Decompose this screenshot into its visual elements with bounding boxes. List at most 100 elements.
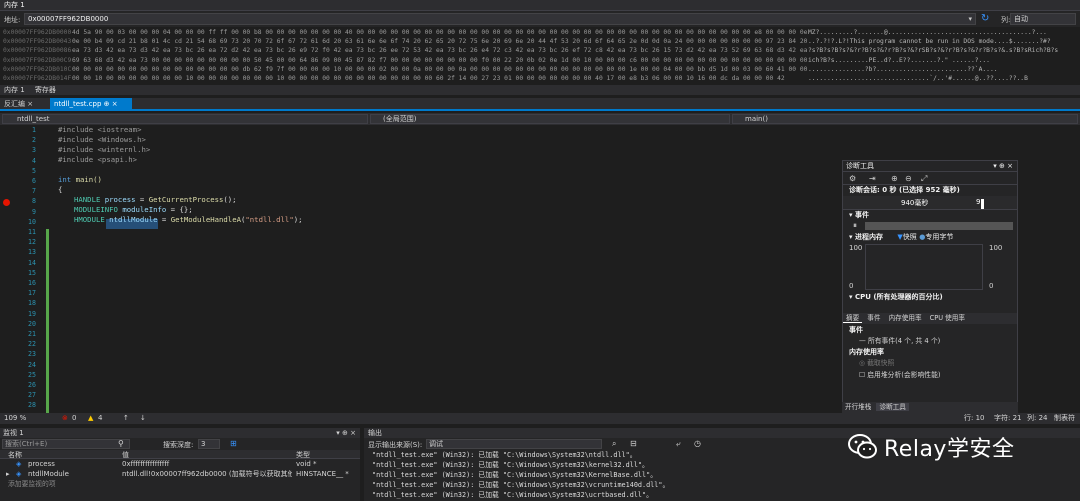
error-count: 0 bbox=[72, 414, 77, 422]
private-bytes-label: 专用字节 bbox=[925, 233, 954, 241]
memory-address: 0x00007FF962DB00C9 bbox=[3, 56, 72, 64]
arrow-up-icon[interactable]: ↑ bbox=[123, 413, 129, 424]
events-section: ▾ 事件 bbox=[849, 211, 869, 219]
tab-memory-usage[interactable]: 内存使用率 bbox=[886, 314, 925, 322]
code-line-10: HMODULE ntdllModule = GetModuleHandleA("… bbox=[74, 215, 303, 224]
chart-plot-area bbox=[865, 244, 983, 290]
project-dropdown[interactable]: ntdll_test bbox=[2, 114, 368, 124]
diag-toolbar: ⚙ ⇥ ⊕ ⊖ ⤢ bbox=[843, 172, 1017, 185]
code-editor[interactable]: 1 2 3 4 5 6 7 8 9 10 11 12 13 14 15 16 17 18 19 20 21 22 23 24 2… bbox=[0, 125, 840, 413]
close-icon[interactable]: × bbox=[27, 100, 33, 108]
string-literal: "ntdll.dll" bbox=[245, 215, 294, 224]
tab-memory1[interactable]: 内存 1 bbox=[4, 86, 25, 94]
watch-row-ntdllmodule[interactable]: ▸ ◈ ntdllModule ntdll.dll!0x00007ff962db… bbox=[0, 469, 360, 479]
process-memory-chart[interactable]: 100 100 0 0 bbox=[843, 242, 1017, 292]
code-line-1: #include <iostream> bbox=[58, 125, 142, 134]
close-icon[interactable]: ▾ ⊕ × bbox=[993, 161, 1013, 172]
watermark-text: Relay学安全 bbox=[884, 437, 1015, 462]
watch-row-process[interactable]: ◈ process 0xffffffffffffffff void * bbox=[0, 459, 360, 469]
arrow-down-icon[interactable]: ↓ bbox=[140, 413, 146, 424]
watermark: Relay学安全 bbox=[848, 432, 1014, 462]
diag-timeline[interactable]: 940毫秒 9 bbox=[843, 196, 1017, 210]
tab-ntdll-test-cpp[interactable]: ntdll_test.cpp ⊕ × bbox=[50, 98, 132, 111]
timeline-marker[interactable] bbox=[981, 199, 984, 209]
memory-row[interactable]: 0x00007FF962DB0000 4d 5a 90 00 03 00 00 0… bbox=[0, 28, 1080, 37]
expand-icon[interactable]: ▸ bbox=[6, 469, 10, 479]
y-axis-zero-right: 0 bbox=[989, 282, 994, 290]
events-track[interactable]: ⏸ bbox=[843, 220, 1017, 232]
search-icon[interactable]: ⚲ bbox=[118, 439, 124, 448]
columns-select[interactable]: 自动 bbox=[1010, 13, 1076, 25]
function-name: GetCurrentProcess bbox=[148, 195, 224, 204]
depth-value: 3 bbox=[201, 440, 206, 448]
code-line-3: #include <winternl.h> bbox=[58, 145, 151, 154]
memory-row[interactable]: 0x00007FF962DB014F 00 00 10 00 00 00 00 0… bbox=[0, 74, 1080, 83]
memory-rows[interactable]: 0x00007FF962DB0000 4d 5a 90 00 03 00 00 0… bbox=[0, 28, 1080, 84]
add-watch-item[interactable]: 添加要监视的项 bbox=[0, 479, 360, 489]
watch-type: HINSTANCE__ * bbox=[296, 470, 349, 478]
memory-ascii: ...............?b?......................… bbox=[808, 65, 998, 73]
zoom-in-icon[interactable]: ⊕ bbox=[891, 174, 898, 183]
output-line: "ntdll_test.exe" (Win32): 已加载 "C:\Window… bbox=[372, 491, 653, 499]
export-icon[interactable]: ⇥ bbox=[869, 174, 876, 183]
gear-icon[interactable]: ⚙ bbox=[849, 174, 856, 183]
editor-navigation-bar: ntdll_test (全局范围) main() bbox=[0, 113, 1080, 125]
address-input[interactable]: 0x00007FF962DB0000 ▾ bbox=[24, 13, 976, 25]
chevron-down-icon[interactable]: ▾ bbox=[968, 14, 972, 24]
word-wrap-icon[interactable]: ⤶ bbox=[676, 439, 680, 449]
member-dropdown[interactable]: main() bbox=[732, 114, 1078, 124]
line-number: 21 bbox=[28, 330, 36, 338]
diag-title-text: 诊断工具 bbox=[846, 162, 874, 170]
address-value: 0x00007FF962DB0000 bbox=[28, 15, 109, 23]
tab-events[interactable]: 事件 bbox=[864, 314, 883, 322]
memory-row[interactable]: 0x00007FF962DB010C 00 00 00 00 00 00 00 0… bbox=[0, 65, 1080, 74]
line-number: 28 bbox=[28, 401, 36, 410]
memory-row[interactable]: 0x00007FF962DB00C9 69 63 68 d3 42 ea 73 0… bbox=[0, 56, 1080, 65]
breakpoint-icon[interactable] bbox=[3, 199, 10, 206]
pin-icon[interactable]: ⊕ bbox=[104, 100, 110, 108]
line-number: 10 bbox=[28, 217, 36, 226]
zoom-out-icon[interactable]: ⊖ bbox=[905, 174, 912, 183]
take-snapshot-item[interactable]: ◎ 截取快照 bbox=[843, 357, 1017, 369]
scope-dropdown[interactable]: (全局范围) bbox=[370, 114, 730, 124]
tab-registers[interactable]: 寄存器 bbox=[35, 86, 56, 94]
zoom-level[interactable]: 109 % bbox=[4, 413, 26, 424]
find-icon[interactable]: ⌕ bbox=[612, 439, 616, 449]
error-icon[interactable]: ⊗ bbox=[62, 413, 68, 424]
heap-analysis-item[interactable]: ☐ 启用堆分析(会影响性能) bbox=[843, 369, 1017, 381]
close-icon[interactable]: × bbox=[112, 100, 118, 108]
line-number: 12 bbox=[28, 238, 36, 247]
line-number: 15 bbox=[28, 268, 36, 277]
refresh-icon[interactable]: ↻ bbox=[981, 13, 989, 24]
memory-ascii: ?s?B?s?B?s?&?r?B?s?&?r?B?s?&?rSB?s?&?r?B… bbox=[808, 47, 1059, 55]
tab-call-stack[interactable]: 开行堆栈 bbox=[842, 403, 874, 411]
code-line-8: HANDLE process = GetCurrentProcess(); bbox=[74, 195, 237, 204]
clock-icon[interactable]: ◷ bbox=[694, 439, 701, 448]
all-events-item[interactable]: — 所有事件(4 个, 共 4 个) bbox=[843, 335, 1017, 347]
line-number: 16 bbox=[28, 279, 36, 287]
watch-search-input[interactable]: 搜索(Ctrl+E) bbox=[2, 439, 130, 449]
watch-type: void * bbox=[296, 460, 317, 468]
output-source-select[interactable]: 调试 bbox=[426, 439, 602, 449]
memory-row[interactable]: 0x00007FF962DB0086 ea 73 d3 42 ea 73 d3 4… bbox=[0, 46, 1080, 55]
variable-icon: ◈ bbox=[16, 470, 22, 478]
type-name: HANDLE bbox=[74, 195, 101, 204]
memory-address: 0x00007FF962DB014F bbox=[3, 74, 72, 82]
tab-disassembly[interactable]: 反汇编 × bbox=[0, 98, 48, 111]
clear-icon[interactable]: ⊟ bbox=[630, 439, 637, 448]
watch-title: 监视 1 ▾ ⊕ × bbox=[0, 428, 360, 438]
tab-summary[interactable]: 摘要 bbox=[843, 314, 863, 323]
diag-bottom-tabs: 开行堆栈 诊断工具 bbox=[842, 402, 1018, 413]
watch-header: 名称 值 类型 bbox=[0, 450, 360, 459]
filter-icon[interactable]: ⊞ bbox=[230, 439, 237, 448]
close-icon[interactable]: ▾ ⊕ × bbox=[336, 428, 356, 438]
memory-row[interactable]: 0x00007FF962DB0043 0e 00 b4 09 cd 21 b8 0… bbox=[0, 37, 1080, 46]
member-name: main() bbox=[745, 115, 768, 123]
reset-zoom-icon[interactable]: ⤢ bbox=[921, 174, 927, 184]
diag-session: 诊断会话: 0 秒 (已选择 952 毫秒) bbox=[849, 186, 960, 194]
tab-diagnostic-tools[interactable]: 诊断工具 bbox=[876, 403, 909, 411]
tab-cpu-usage[interactable]: CPU 使用率 bbox=[927, 314, 968, 322]
depth-select[interactable]: 3 bbox=[198, 439, 220, 449]
pause-icon[interactable]: ⏸ bbox=[853, 221, 857, 231]
warning-icon[interactable]: ▲ bbox=[88, 413, 93, 424]
